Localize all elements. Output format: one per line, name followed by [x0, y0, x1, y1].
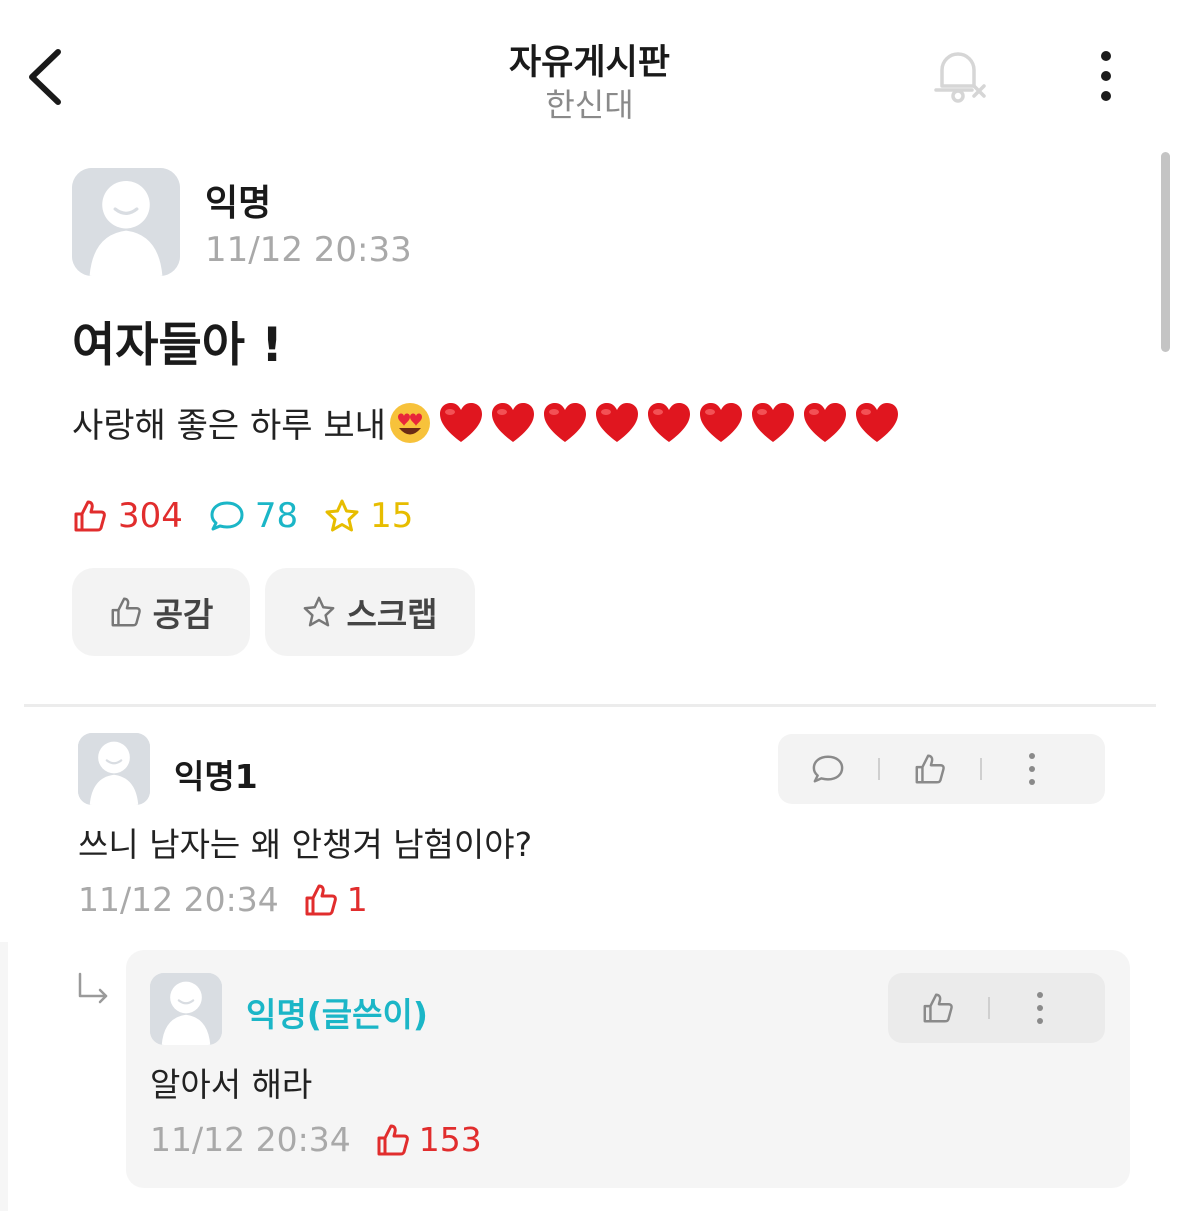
reply-like-button[interactable]: [888, 973, 988, 1043]
red-heart-emoji: [647, 402, 690, 442]
comment-count: 78: [209, 496, 298, 536]
comment-meta: 11/12 20:34 1: [78, 880, 368, 919]
reply-button[interactable]: [778, 734, 878, 804]
default-avatar-icon: [72, 168, 180, 276]
more-vertical-icon: [1029, 753, 1035, 785]
default-avatar-icon: [150, 973, 222, 1045]
like-button-label: 공감: [152, 595, 214, 634]
thumbs-up-icon: [915, 754, 945, 784]
star-icon: [325, 499, 359, 532]
scrap-button[interactable]: 스크랩: [265, 568, 475, 656]
reply-author-name: 익명(글쓴이): [246, 995, 428, 1034]
red-heart-emoji: [595, 402, 638, 442]
reply-more-button[interactable]: [990, 973, 1090, 1043]
comment-like-count: 1: [303, 880, 368, 919]
thumbs-up-icon: [305, 884, 337, 915]
school-name: 한신대: [545, 86, 634, 124]
more-vertical-icon: [1037, 992, 1043, 1024]
scrap-button-label: 스크랩: [346, 595, 438, 634]
thumbs-up-icon: [74, 500, 106, 532]
thumbs-up-icon: [377, 1124, 409, 1155]
comment-count-value: 78: [254, 496, 299, 536]
more-options-button[interactable]: [1090, 48, 1122, 104]
reply-like-value: 153: [418, 1120, 482, 1159]
post-title: 여자들아 !: [72, 318, 283, 373]
red-heart-emoji: [491, 402, 534, 442]
comment-actions: [778, 734, 1105, 804]
comment-bubble-icon: [812, 755, 844, 783]
reply-actions: [888, 973, 1105, 1043]
post-emojis: [388, 401, 906, 445]
scrollbar[interactable]: [1161, 152, 1170, 352]
comment-bubble-icon: [210, 501, 244, 531]
post-body-text: 사랑해 좋은 하루 보내: [72, 406, 386, 446]
comment-like-value: 1: [346, 880, 368, 919]
reply-like-count: 153: [375, 1120, 482, 1159]
reply-author-avatar: [150, 973, 222, 1045]
reply-text: 알아서 해라: [150, 1065, 313, 1104]
post-body: 사랑해 좋은 하루 보내: [72, 398, 906, 447]
comment-like-button[interactable]: [880, 734, 980, 804]
red-heart-emoji: [543, 402, 586, 442]
section-divider: [24, 704, 1156, 707]
default-avatar-icon: [78, 733, 150, 805]
post-stats: 304 78 15: [72, 496, 439, 536]
heart-eyes-emoji: [389, 402, 430, 443]
comment-author-name: 익명1: [174, 757, 258, 796]
reply-meta: 11/12 20:34 153: [150, 1120, 482, 1159]
comment-timestamp: 11/12 20:34: [78, 880, 279, 919]
like-count: 304: [72, 496, 183, 536]
post-author-name: 익명: [205, 183, 272, 224]
red-heart-emoji: [803, 402, 846, 442]
more-vertical-icon: [1101, 51, 1111, 101]
notification-toggle-button[interactable]: [928, 44, 992, 108]
like-button[interactable]: 공감: [72, 568, 250, 656]
reply-background: [0, 942, 8, 1211]
scrap-count: 15: [324, 496, 413, 536]
scrap-count-value: 15: [370, 496, 414, 536]
star-icon: [304, 596, 335, 627]
reply-timestamp: 11/12 20:34: [150, 1120, 351, 1159]
thumbs-up-icon: [923, 993, 953, 1023]
red-heart-emoji: [751, 402, 794, 442]
post-author-avatar: [72, 168, 180, 276]
reply-arrow-icon: [76, 972, 112, 1008]
post-timestamp: 11/12 20:33: [205, 230, 412, 270]
comment-author-avatar: [78, 733, 150, 805]
red-heart-emoji: [699, 402, 742, 442]
like-count-value: 304: [118, 496, 183, 536]
top-bar: 자유게시판 한신대: [0, 0, 1179, 140]
red-heart-emoji: [855, 402, 898, 442]
board-title: 자유게시판: [508, 43, 670, 83]
bell-off-icon: [934, 52, 986, 103]
comment-more-button[interactable]: [982, 734, 1082, 804]
red-heart-emoji: [439, 402, 482, 442]
thumbs-up-icon: [111, 597, 141, 627]
comment-text: 쓰니 남자는 왜 안챙겨 남혐이야?: [78, 825, 533, 864]
